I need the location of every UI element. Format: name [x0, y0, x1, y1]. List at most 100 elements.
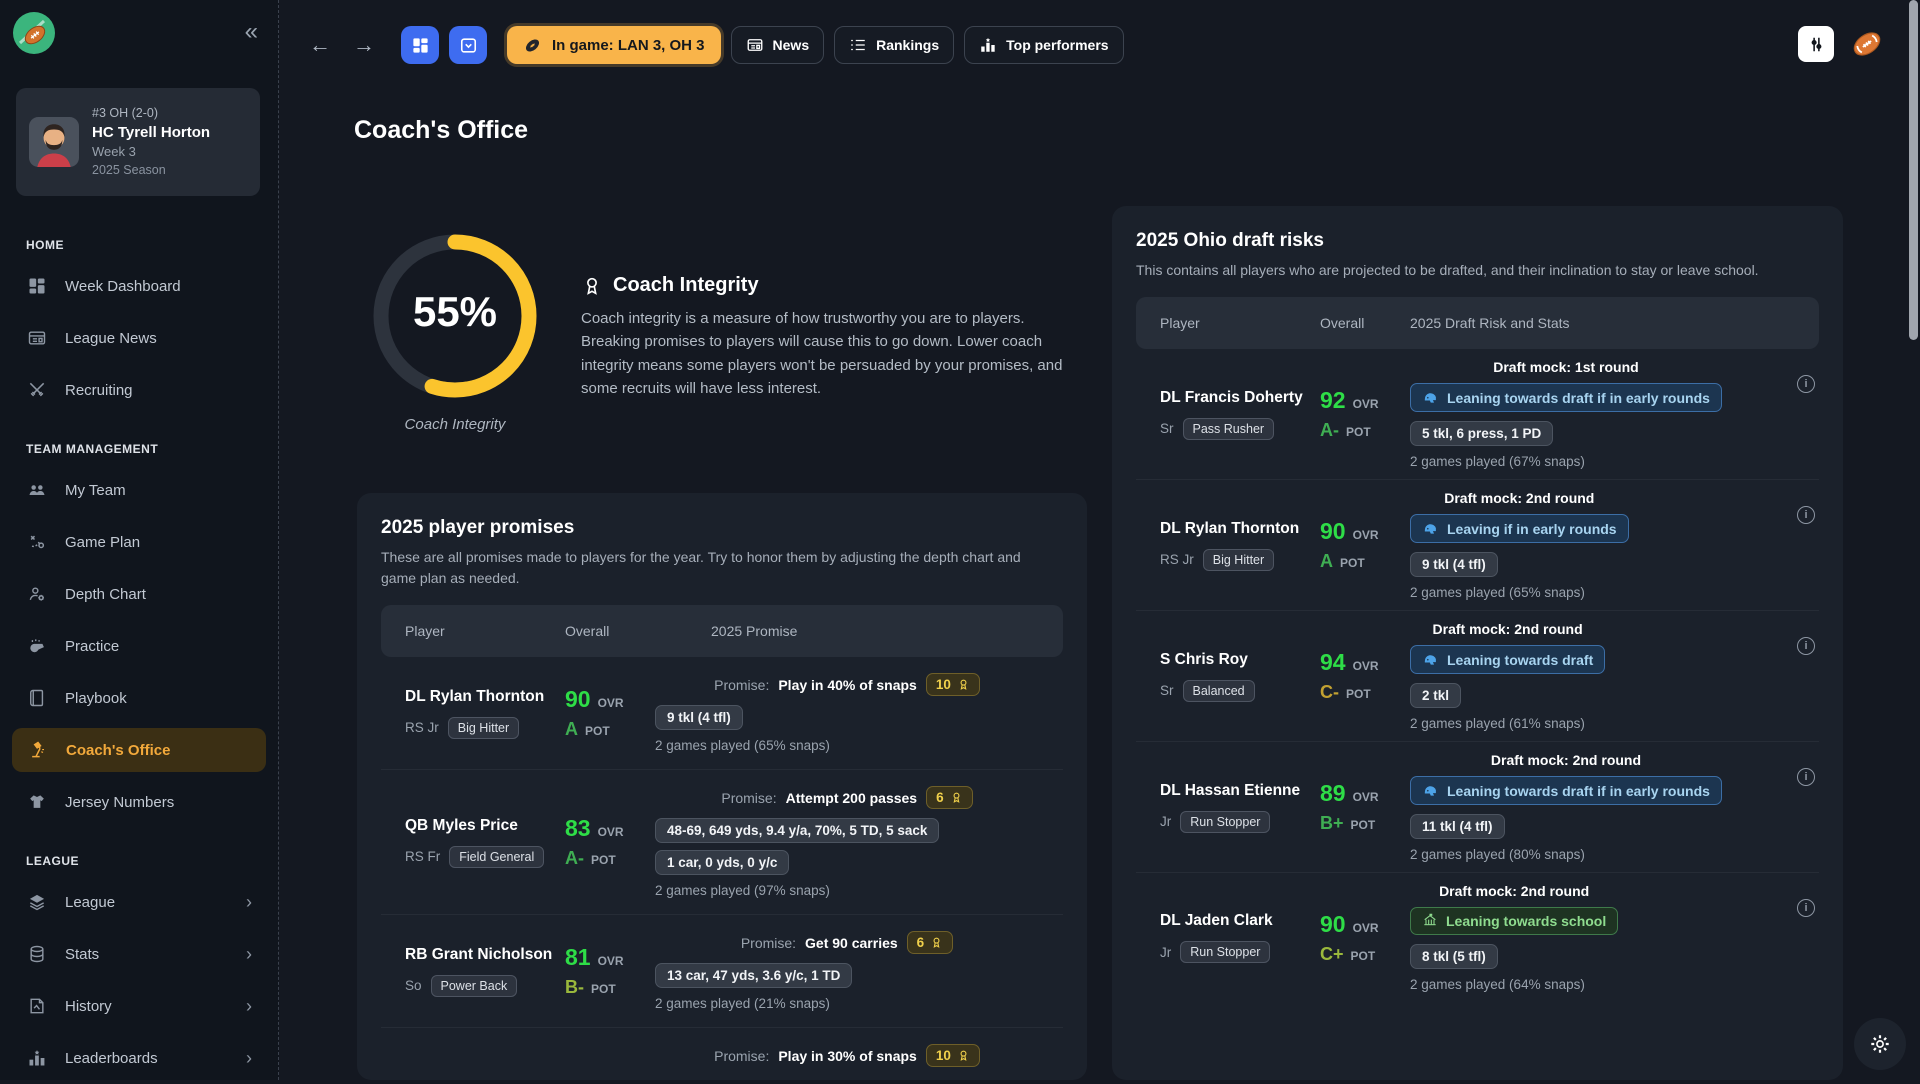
ovr-label: OVR — [598, 696, 624, 710]
stat-chip: 13 car, 47 yds, 3.6 y/c, 1 TD — [655, 963, 852, 988]
desk-lamp-icon — [27, 740, 49, 760]
player-promises-panel: 2025 player promises These are all promi… — [357, 493, 1087, 1080]
col-overall: Overall — [565, 623, 655, 639]
overall-rating: 90 — [1320, 911, 1346, 938]
sidebar-item-label: Playbook — [65, 690, 127, 707]
in-game-status-button[interactable]: In game: LAN 3, OH 3 — [507, 26, 721, 64]
football-emoji-icon[interactable] — [1850, 27, 1884, 61]
sidebar-item-stats[interactable]: Stats › — [0, 928, 278, 980]
inbox-button[interactable] — [449, 26, 487, 64]
integrity-percent: 55% — [367, 288, 543, 336]
info-icon[interactable]: i — [1797, 506, 1815, 524]
back-button[interactable]: ← — [303, 31, 337, 59]
info-icon[interactable]: i — [1797, 375, 1815, 393]
player-class: Sr — [1160, 683, 1174, 698]
draft-risk-chip[interactable]: Leaning towards draft — [1410, 645, 1605, 674]
pot-label: POT — [1340, 556, 1365, 570]
info-icon[interactable]: i — [1797, 768, 1815, 786]
promise-prefix: Promise: — [741, 935, 796, 951]
history-page-icon — [26, 996, 48, 1016]
info-icon[interactable]: i — [1797, 899, 1815, 917]
info-icon[interactable]: i — [1797, 637, 1815, 655]
page-scrollbar[interactable] — [1909, 0, 1918, 1080]
games-played: 2 games played (21% snaps) — [655, 996, 830, 1011]
gear-icon — [1869, 1033, 1891, 1055]
sidebar-nav: HOME Week Dashboard League News Recruiti… — [0, 226, 278, 1084]
stat-chip: 48-69, 649 yds, 9.4 y/a, 70%, 5 TD, 5 sa… — [655, 818, 939, 843]
sidebar-item-game-plan[interactable]: Game Plan — [0, 516, 278, 568]
sidebar-item-league-news[interactable]: League News — [0, 312, 278, 364]
app-logo-football-icon[interactable] — [13, 12, 55, 54]
table-row[interactable]: QB Myles Price RS Fr Field General 83OVR… — [381, 770, 1063, 915]
overall-rating: 83 — [565, 815, 591, 842]
sidebar-item-leaderboards[interactable]: Leaderboards › — [0, 1032, 278, 1084]
ovr-label: OVR — [1353, 659, 1379, 673]
promises-title: 2025 player promises — [381, 517, 1063, 539]
settings-fab-button[interactable] — [1854, 1018, 1906, 1070]
player-name: RB Grant Nicholson — [405, 946, 565, 964]
promise-count-badge[interactable]: 6 — [926, 786, 973, 809]
scrollbar-thumb[interactable] — [1909, 0, 1918, 340]
pot-label: POT — [1351, 818, 1376, 832]
potential-grade: C- — [1320, 682, 1339, 703]
sidebar-item-label: Jersey Numbers — [65, 794, 174, 811]
sidebar-item-depth-chart[interactable]: Depth Chart — [0, 568, 278, 620]
sidebar-item-label: History — [65, 998, 112, 1015]
draft-mock: Draft mock: 2nd round — [1444, 490, 1594, 506]
ovr-label: OVR — [598, 954, 624, 968]
news-button[interactable]: News — [731, 26, 825, 64]
sidebar-item-recruiting[interactable]: Recruiting — [0, 364, 278, 416]
draft-risk-chip[interactable]: Leaning towards draft if in early rounds — [1410, 383, 1722, 412]
table-row[interactable]: Promise: Play in 30% of snaps 10 — [381, 1028, 1063, 1080]
player-name: DL Francis Doherty — [1160, 389, 1320, 407]
forward-button[interactable]: → — [347, 31, 381, 59]
coach-profile-card[interactable]: #3 OH (2-0) HC Tyrell Horton Week 3 2025… — [16, 88, 260, 196]
school-risk-chip[interactable]: Leaning towards school — [1410, 907, 1618, 935]
sidebar-item-playbook[interactable]: Playbook — [0, 672, 278, 724]
promise-count-badge[interactable]: 10 — [926, 1044, 980, 1067]
draft-risks-panel: 2025 Ohio draft risks This contains all … — [1112, 206, 1843, 1080]
table-row[interactable]: DL Rylan Thornton RS Jr Big Hitter 90OVR… — [1136, 480, 1819, 611]
sidebar-item-jersey-numbers[interactable]: Jersey Numbers — [0, 776, 278, 828]
coach-avatar — [29, 117, 79, 167]
promise-prefix: Promise: — [721, 790, 776, 806]
sidebar-item-league[interactable]: League › — [0, 876, 278, 928]
dashboard-view-button[interactable] — [401, 26, 439, 64]
sidebar-item-coachs-office[interactable]: Coach's Office — [12, 728, 266, 772]
sidebar-item-history[interactable]: History › — [0, 980, 278, 1032]
draft-risk-chip[interactable]: Leaving if in early rounds — [1410, 514, 1629, 543]
people-icon — [26, 480, 48, 500]
promise-count: 10 — [936, 677, 951, 692]
top-performers-button[interactable]: Top performers — [964, 26, 1123, 64]
sidebar-item-week-dashboard[interactable]: Week Dashboard — [0, 260, 278, 312]
stat-chip: 2 tkl — [1410, 683, 1461, 708]
draft-risk-chip[interactable]: Leaning towards draft if in early rounds — [1410, 776, 1722, 805]
games-played: 2 games played (61% snaps) — [1410, 716, 1585, 731]
table-row[interactable]: DL Rylan Thornton RS Jr Big Hitter 90OVR… — [381, 657, 1063, 770]
strategy-icon — [26, 532, 48, 552]
current-season: 2025 Season — [92, 162, 210, 180]
medal-icon — [581, 275, 603, 297]
sidebar-item-my-team[interactable]: My Team — [0, 464, 278, 516]
sidebar-item-practice[interactable]: Practice — [0, 620, 278, 672]
risk-text: Leaning towards school — [1446, 913, 1606, 929]
table-row[interactable]: DL Hassan Etienne Jr Run Stopper 89OVR B… — [1136, 742, 1819, 873]
draft-title: 2025 Ohio draft risks — [1136, 230, 1819, 252]
table-row[interactable]: RB Grant Nicholson So Power Back 81OVR B… — [381, 915, 1063, 1028]
player-name: DL Hassan Etienne — [1160, 782, 1320, 800]
promise-count-badge[interactable]: 6 — [907, 931, 954, 954]
table-row[interactable]: DL Francis Doherty Sr Pass Rusher 92OVR … — [1136, 349, 1819, 480]
page-title: Coach's Office — [354, 116, 528, 145]
podium-icon — [26, 1048, 48, 1068]
display-settings-button[interactable] — [1798, 26, 1834, 62]
overall-rating: 90 — [565, 686, 591, 713]
sidebar-collapse-icon[interactable]: « — [245, 20, 258, 44]
player-class: Sr — [1160, 421, 1174, 436]
table-row[interactable]: DL Jaden Clark Jr Run Stopper 90OVR C+PO… — [1136, 873, 1819, 1002]
rankings-button[interactable]: Rankings — [834, 26, 954, 64]
promise-count-badge[interactable]: 10 — [926, 673, 980, 696]
ovr-label: OVR — [1353, 790, 1379, 804]
newspaper-icon — [746, 36, 764, 54]
table-row[interactable]: S Chris Roy Sr Balanced 94OVR C-POT Draf… — [1136, 611, 1819, 742]
toolbar-right — [1798, 26, 1884, 62]
